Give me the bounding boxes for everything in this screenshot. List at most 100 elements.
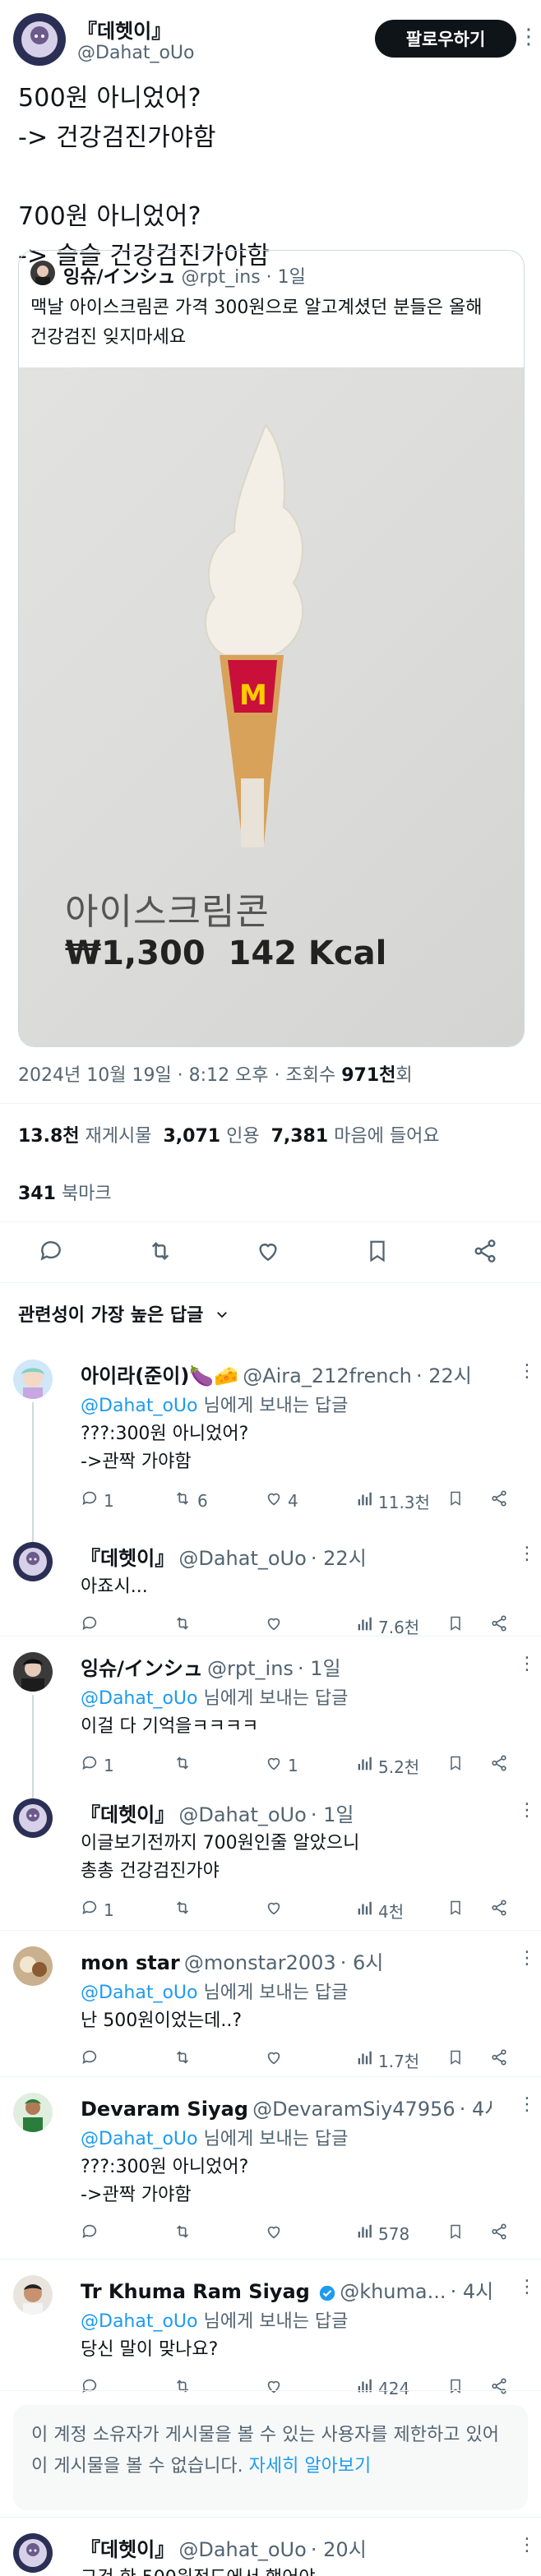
reply-avatar[interactable] xyxy=(13,1798,53,1838)
reply-author-name[interactable]: 『데헷이』 xyxy=(81,1547,174,1570)
reply-like-button[interactable] xyxy=(265,1899,288,1921)
reply-author-name[interactable]: 잉슈/インシュ xyxy=(81,1657,203,1680)
reply-views-button[interactable]: 7.6천 xyxy=(355,1614,419,1638)
reply-views-button[interactable]: 4천 xyxy=(355,1899,404,1923)
reply-author-name[interactable]: 『데헷이』 xyxy=(81,2538,174,2561)
reposts-label[interactable]: 재게시물 xyxy=(86,1126,152,1147)
reply-bookmark-button[interactable] xyxy=(447,2048,469,2070)
reply-author-handle[interactable]: @rpt_ins xyxy=(207,1657,294,1680)
reply-avatar[interactable] xyxy=(13,1946,53,1986)
more-options-icon[interactable]: ⋮ xyxy=(518,1545,536,1563)
repost-icon[interactable] xyxy=(146,1238,174,1264)
reply-author-handle[interactable]: @khuma... xyxy=(340,2280,446,2303)
reply-views-button[interactable]: 1.7천 xyxy=(355,2048,419,2072)
quotes-count[interactable]: 3,071 xyxy=(164,1126,221,1147)
reply-avatar[interactable] xyxy=(13,2275,53,2315)
learn-more-link[interactable]: 자세히 알아보기 xyxy=(249,2456,372,2477)
quoted-tweet[interactable]: 잉슈/インシュ @rpt_ins · 1일 맥날 아이스크림콘 가격 300원으… xyxy=(18,250,525,1047)
reply-time[interactable]: · 20시 xyxy=(311,2538,367,2561)
reply-author-handle[interactable]: @DevaramSiy47956 xyxy=(252,2098,455,2121)
reply-views-button[interactable]: 578 xyxy=(355,2223,409,2245)
reply-share-button[interactable] xyxy=(490,2048,513,2070)
author-name[interactable]: 『데헷이』 xyxy=(77,15,171,44)
reply-reply-button[interactable] xyxy=(81,1614,104,1637)
reply-reply-button[interactable] xyxy=(81,2377,104,2399)
more-options-icon[interactable]: ⋮ xyxy=(518,26,539,48)
reply-share-button[interactable] xyxy=(490,2377,513,2399)
reply-views-button[interactable]: 424 xyxy=(355,2377,409,2399)
follow-button[interactable]: 팔로우하기 xyxy=(375,20,516,58)
reply-like-button[interactable]: 4 xyxy=(265,1489,298,1512)
reply-avatar[interactable] xyxy=(13,1360,53,1399)
reply-time[interactable]: · 6시 xyxy=(340,1951,384,1974)
reply-share-button[interactable] xyxy=(490,1754,513,1776)
reply-avatar[interactable] xyxy=(13,1542,53,1581)
reply-reply-button[interactable]: 1 xyxy=(81,1489,114,1512)
more-options-icon[interactable]: ⋮ xyxy=(518,1655,536,1673)
reply-author-handle[interactable]: @Dahat_oUo xyxy=(178,1547,306,1570)
reply-author-name[interactable]: 아이라(준이)🍆🧀 xyxy=(81,1364,238,1387)
reply-share-button[interactable] xyxy=(490,1899,513,1921)
like-icon[interactable] xyxy=(255,1238,281,1264)
reply-reply-button[interactable]: 1 xyxy=(81,1754,114,1776)
reply-repost-button[interactable] xyxy=(173,1899,197,1921)
reply-avatar[interactable] xyxy=(13,2093,53,2132)
reply-repost-button[interactable] xyxy=(173,2223,197,2245)
reply-repost-button[interactable] xyxy=(173,1754,197,1776)
reply-author-handle[interactable]: @Aira_212french xyxy=(243,1364,412,1387)
reply-author-handle[interactable]: @monstar2003 xyxy=(184,1951,336,1974)
reply-to-mention[interactable]: @Dahat_oUo xyxy=(81,2311,198,2332)
reply-views-button[interactable]: 5.2천 xyxy=(355,1754,419,1778)
more-options-icon[interactable]: ⋮ xyxy=(518,2537,536,2555)
likes-label[interactable]: 마음에 들어요 xyxy=(334,1126,439,1147)
reply-like-button[interactable]: 1 xyxy=(265,1754,298,1776)
reply-author-name[interactable]: mon star xyxy=(81,1951,180,1974)
ice-cream-image[interactable]: M 아이스크림콘 ₩1,300 142 Kcal xyxy=(19,367,524,1046)
bookmark-icon[interactable] xyxy=(365,1238,390,1264)
reply-avatar[interactable] xyxy=(13,2533,53,2573)
reply-time[interactable]: · 22시 xyxy=(311,1547,367,1570)
reply-like-button[interactable] xyxy=(265,2048,288,2070)
reply-time[interactable]: · 4시 xyxy=(451,2280,492,2303)
reply-bookmark-button[interactable] xyxy=(447,1489,469,1512)
reply-bookmark-button[interactable] xyxy=(447,1899,469,1921)
reply-repost-button[interactable] xyxy=(173,2377,197,2399)
reply-to-mention[interactable]: @Dahat_oUo xyxy=(81,1688,198,1709)
reply-time[interactable]: · 4시 xyxy=(460,2098,492,2121)
share-icon[interactable] xyxy=(472,1238,498,1264)
reply-time[interactable]: · 1일 xyxy=(311,1803,354,1826)
reply-like-button[interactable] xyxy=(265,1614,288,1637)
author-avatar[interactable] xyxy=(13,13,66,66)
reply-reply-button[interactable] xyxy=(81,2048,104,2070)
reply-share-button[interactable] xyxy=(490,1614,513,1637)
reply-sort-dropdown[interactable]: 관련성이 가장 높은 답글 xyxy=(18,1300,229,1327)
reply-share-button[interactable] xyxy=(490,2223,513,2245)
quotes-label[interactable]: 인용 xyxy=(226,1126,259,1147)
more-options-icon[interactable]: ⋮ xyxy=(518,1363,536,1381)
reply-to-mention[interactable]: @Dahat_oUo xyxy=(81,1983,198,2003)
more-options-icon[interactable]: ⋮ xyxy=(518,2278,536,2297)
reply-to-mention[interactable]: @Dahat_oUo xyxy=(81,2129,198,2149)
reply-time[interactable]: · 1일 xyxy=(298,1657,341,1680)
reply-share-button[interactable] xyxy=(490,1489,513,1512)
reply-repost-button[interactable] xyxy=(173,2048,197,2070)
reply-repost-button[interactable] xyxy=(173,1614,197,1637)
reply-time[interactable]: · 22시 xyxy=(416,1364,472,1387)
tweet-timestamp[interactable]: 2024년 10월 19일 · 8:12 오후 · 조회수 xyxy=(18,1065,341,1086)
reply-author-name[interactable]: Devaram Siyag xyxy=(81,2098,248,2121)
reply-icon[interactable] xyxy=(38,1238,64,1264)
reply-like-button[interactable] xyxy=(265,2223,288,2245)
reply-bookmark-button[interactable] xyxy=(447,2377,469,2399)
reply-author-handle[interactable]: @Dahat_oUo xyxy=(178,2538,306,2561)
reply-bookmark-button[interactable] xyxy=(447,1614,469,1637)
more-options-icon[interactable]: ⋮ xyxy=(518,1950,536,1968)
reply-author-name[interactable]: Tr Khuma Ram Siyag xyxy=(81,2280,317,2303)
reply-reply-button[interactable] xyxy=(81,2223,104,2245)
reply-bookmark-button[interactable] xyxy=(447,2223,469,2245)
reply-repost-button[interactable]: 6 xyxy=(173,1489,208,1512)
reply-bookmark-button[interactable] xyxy=(447,1754,469,1776)
author-handle[interactable]: @Dahat_oUo xyxy=(77,43,195,63)
reply-reply-button[interactable]: 1 xyxy=(81,1899,114,1921)
reply-avatar[interactable] xyxy=(13,1652,53,1692)
likes-count[interactable]: 7,381 xyxy=(271,1126,329,1147)
